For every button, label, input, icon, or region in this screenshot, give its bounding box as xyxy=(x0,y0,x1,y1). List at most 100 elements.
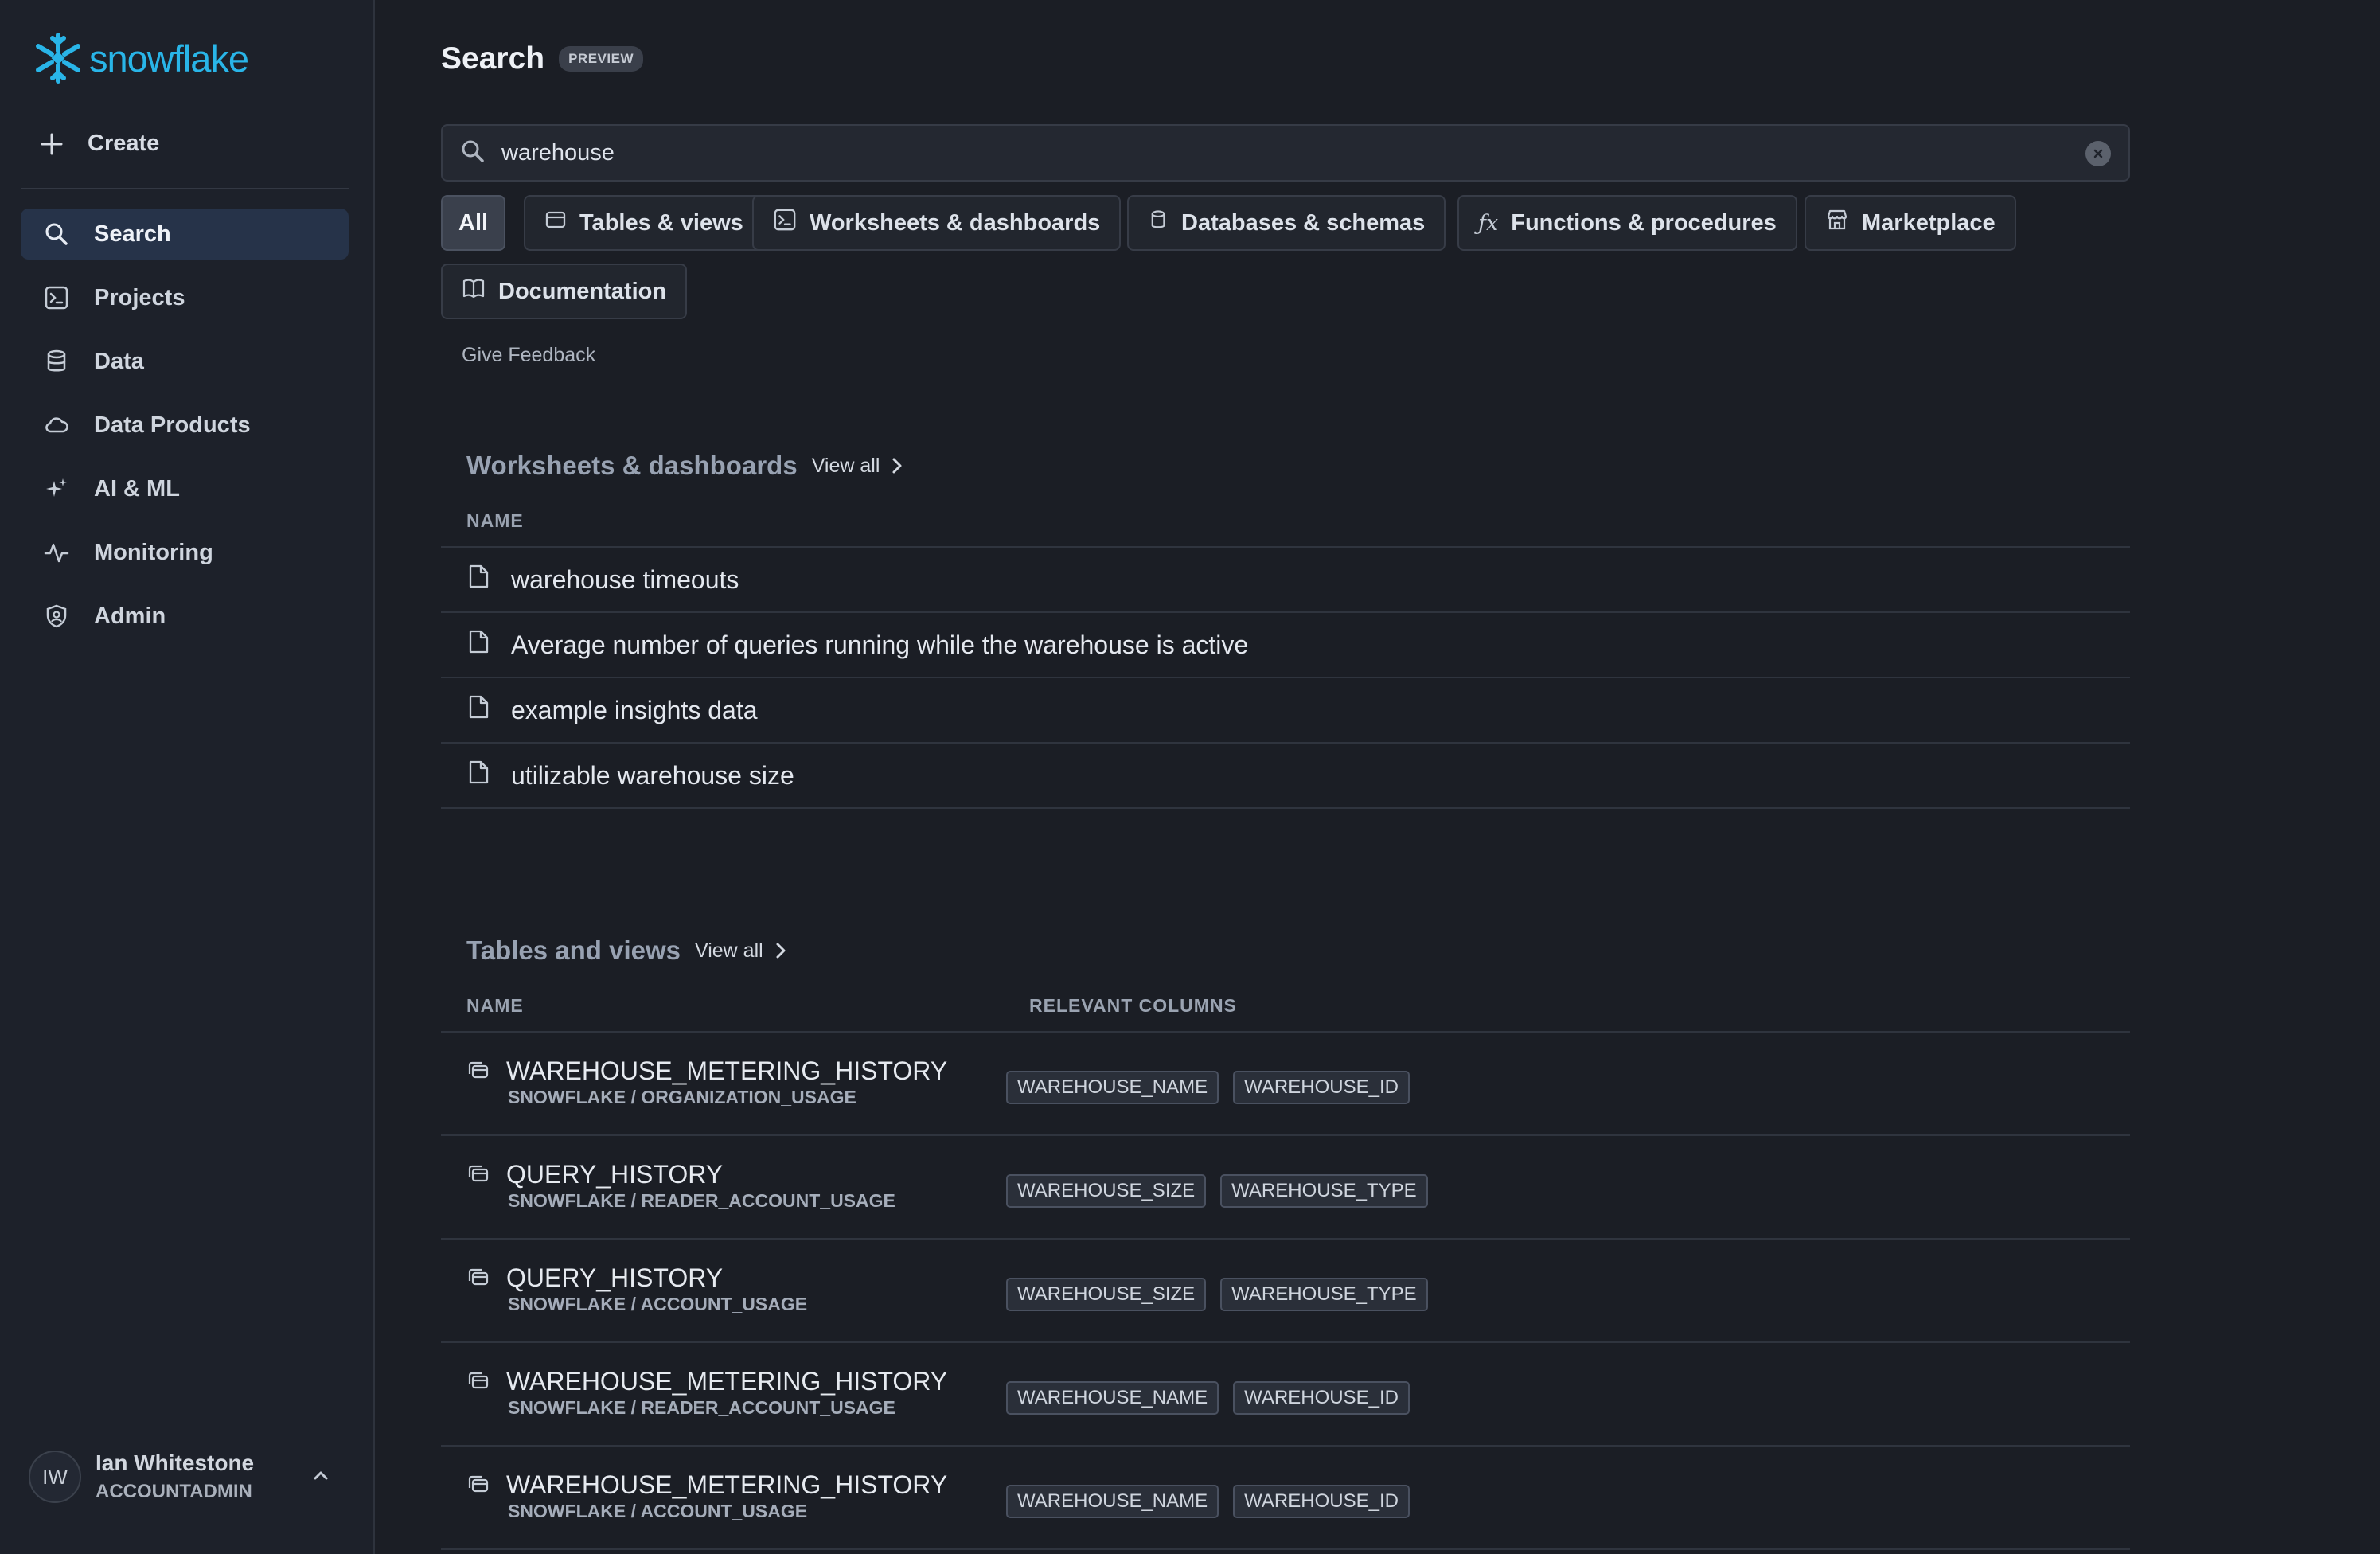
view-all-worksheets-link[interactable]: View all xyxy=(812,455,904,478)
filter-label: Documentation xyxy=(498,278,667,304)
column-tag: WAREHOUSE_ID xyxy=(1233,1485,1410,1518)
table-icon xyxy=(544,209,567,237)
sidebar-item-data-products[interactable]: Data Products xyxy=(21,400,349,451)
user-name: Ian Whitestone xyxy=(96,1451,255,1475)
column-tag: WAREHOUSE_ID xyxy=(1233,1071,1410,1104)
view-icon xyxy=(466,1474,490,1500)
clear-search-icon[interactable] xyxy=(2085,141,2111,166)
filter-all[interactable]: All xyxy=(441,195,506,251)
relevant-columns: WAREHOUSE_NAME WAREHOUSE_ID xyxy=(1006,1071,1410,1104)
search-input[interactable]: warehouse xyxy=(441,124,2130,182)
sidebar-item-data[interactable]: Data xyxy=(21,336,349,387)
table-path: SNOWFLAKE / ORGANIZATION_USAGE xyxy=(508,1087,856,1107)
avatar: IW xyxy=(29,1451,81,1503)
create-button[interactable]: Create xyxy=(40,131,159,157)
table-name: QUERY_HISTORY xyxy=(506,1160,724,1189)
view-icon xyxy=(466,1163,490,1189)
table-name: WAREHOUSE_METERING_HISTORY xyxy=(506,1470,948,1499)
table-row[interactable]: example insights data xyxy=(441,678,2130,744)
terminal-icon xyxy=(773,208,797,238)
filter-functions-procedures[interactable]: ƒx Functions & procedures xyxy=(1457,195,1797,251)
sidebar-item-search[interactable]: Search xyxy=(21,209,349,260)
function-icon: ƒx xyxy=(1478,210,1499,236)
database-icon xyxy=(1148,209,1169,237)
table-row[interactable]: QUERY_HISTORY SNOWFLAKE / ACCOUNT_USAGE … xyxy=(441,1240,2130,1343)
filter-documentation[interactable]: Documentation xyxy=(441,264,688,319)
section-title: Worksheets & dashboards xyxy=(466,451,798,480)
table-row[interactable]: QUERY_HISTORY SNOWFLAKE / READER_ACCOUNT… xyxy=(441,1136,2130,1240)
chevron-right-icon xyxy=(776,943,786,959)
worksheet-name: warehouse timeouts xyxy=(511,564,739,594)
sidebar-item-label: Data Products xyxy=(94,412,251,438)
view-all-label: View all xyxy=(811,454,880,477)
file-icon xyxy=(466,759,490,791)
column-tag: WAREHOUSE_TYPE xyxy=(1220,1174,1428,1208)
column-tag: WAREHOUSE_NAME xyxy=(1006,1071,1219,1104)
sidebar-item-label: Monitoring xyxy=(94,539,213,565)
column-header-relevant-columns: RELEVANT COLUMNS xyxy=(1029,995,1237,1016)
view-all-tables-link[interactable]: View all xyxy=(695,939,787,962)
filter-databases-schemas[interactable]: Databases & schemas xyxy=(1127,195,1446,251)
file-icon xyxy=(466,564,490,595)
sidebar-item-ai-ml[interactable]: AI & ML xyxy=(21,463,349,514)
user-menu[interactable]: IW Ian Whitestone ACCOUNTADMIN xyxy=(29,1447,347,1506)
user-info: Ian Whitestone ACCOUNTADMIN xyxy=(96,1451,254,1503)
page-title: Search xyxy=(441,41,545,76)
relevant-columns: WAREHOUSE_NAME WAREHOUSE_ID xyxy=(1006,1485,1410,1518)
column-tag: WAREHOUSE_TYPE xyxy=(1220,1278,1428,1311)
table-name: WAREHOUSE_METERING_HISTORY xyxy=(506,1056,948,1085)
relevant-columns: WAREHOUSE_SIZE WAREHOUSE_TYPE xyxy=(1006,1278,1428,1311)
sparkle-icon xyxy=(43,475,70,502)
worksheet-name: example insights data xyxy=(511,695,758,724)
plus-icon xyxy=(41,133,63,154)
page-header: Search PREVIEW xyxy=(441,41,643,76)
sidebar-item-label: Admin xyxy=(94,603,166,629)
tables-views-table: WAREHOUSE_METERING_HISTORY SNOWFLAKE / O… xyxy=(441,1031,2130,1550)
file-icon xyxy=(466,629,490,661)
user-role: ACCOUNTADMIN xyxy=(96,1481,252,1502)
snowflake-logo[interactable]: snowflake xyxy=(32,32,249,84)
file-icon xyxy=(466,694,490,726)
table-row[interactable]: Average number of queries running while … xyxy=(441,613,2130,678)
view-icon xyxy=(466,1370,490,1396)
store-icon xyxy=(1825,208,1849,238)
table-name: QUERY_HISTORY xyxy=(506,1263,724,1292)
sidebar-item-monitoring[interactable]: Monitoring xyxy=(21,527,349,578)
column-header-name: NAME xyxy=(466,510,524,531)
main-content: Search PREVIEW warehouse All Tables & vi… xyxy=(375,0,2380,1554)
shield-icon xyxy=(43,603,70,630)
search-value[interactable]: warehouse xyxy=(501,140,615,166)
filter-label: Marketplace xyxy=(1862,209,1996,236)
worksheets-section-header: Worksheets & dashboards View all xyxy=(466,451,903,481)
chevron-up-icon[interactable] xyxy=(310,1465,331,1490)
sidebar-item-label: Search xyxy=(94,221,171,247)
table-row[interactable]: WAREHOUSE_METERING_HISTORY SNOWFLAKE / R… xyxy=(441,1343,2130,1447)
give-feedback-link[interactable]: Give Feedback xyxy=(462,344,595,367)
table-row[interactable]: WAREHOUSE_METERING_HISTORY SNOWFLAKE / O… xyxy=(441,1033,2130,1136)
column-tag: WAREHOUSE_ID xyxy=(1233,1381,1410,1415)
search-icon xyxy=(460,139,486,168)
table-row[interactable]: WAREHOUSE_METERING_HISTORY SNOWFLAKE / A… xyxy=(441,1447,2130,1550)
database-icon xyxy=(43,348,70,375)
table-row[interactable]: utilizable warehouse size xyxy=(441,744,2130,809)
column-tag: WAREHOUSE_SIZE xyxy=(1006,1278,1207,1311)
filter-label: Functions & procedures xyxy=(1511,209,1777,236)
sidebar-item-admin[interactable]: Admin xyxy=(21,591,349,642)
view-icon xyxy=(466,1267,490,1293)
filter-worksheets-dashboards[interactable]: Worksheets & dashboards xyxy=(752,195,1122,251)
filter-marketplace[interactable]: Marketplace xyxy=(1805,195,2016,251)
column-header-name: NAME xyxy=(466,995,524,1016)
cloud-icon xyxy=(43,412,70,439)
column-tag: WAREHOUSE_NAME xyxy=(1006,1485,1219,1518)
filter-tables-views[interactable]: Tables & views xyxy=(524,195,764,251)
column-tag: WAREHOUSE_NAME xyxy=(1006,1381,1219,1415)
worksheet-name: utilizable warehouse size xyxy=(511,760,794,790)
filter-label: Databases & schemas xyxy=(1181,209,1426,236)
table-row[interactable]: warehouse timeouts xyxy=(441,548,2130,613)
search-icon xyxy=(43,221,70,248)
snowflake-logo-icon xyxy=(36,33,80,84)
filter-label: All xyxy=(458,209,489,236)
activity-icon xyxy=(43,539,70,566)
chevron-right-icon xyxy=(892,458,902,474)
sidebar-item-projects[interactable]: Projects xyxy=(21,272,349,323)
